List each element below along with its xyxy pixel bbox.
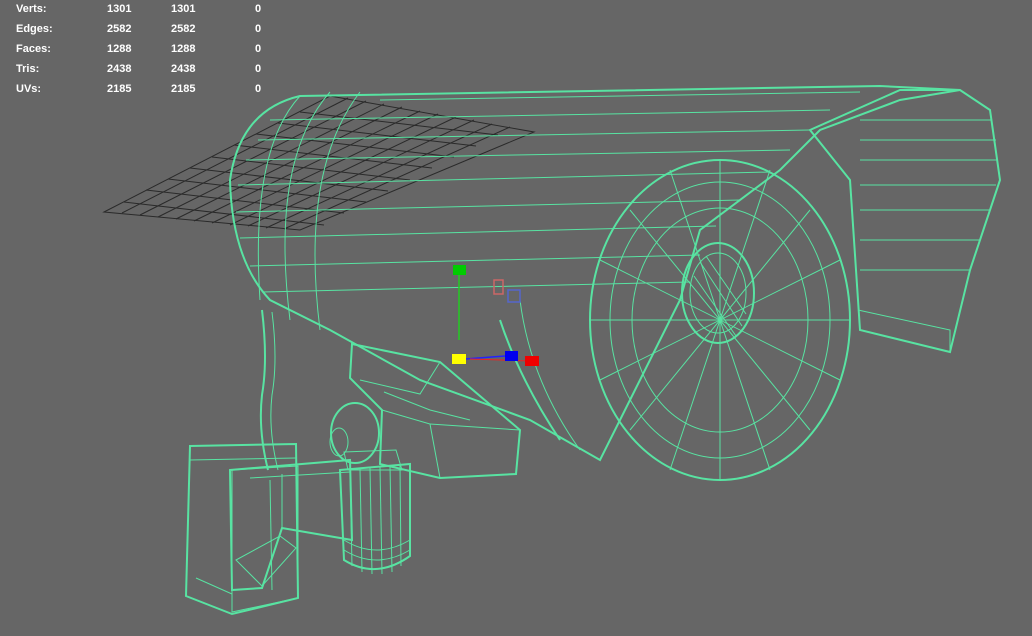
cable (259, 309, 279, 471)
3d-viewport[interactable]: Verts: 1301 1301 0 Edges: 2582 2582 0 Fa… (0, 0, 1032, 636)
poly-count-hud: Verts: 1301 1301 0 Edges: 2582 2582 0 Fa… (16, 2, 276, 102)
hud-label: Edges: (16, 23, 53, 35)
hud-row-faces: Faces: 1288 1288 0 (16, 42, 276, 62)
hud-label: Faces: (16, 43, 51, 55)
hud-value: 0 (255, 63, 262, 75)
hud-value: 2438 (107, 63, 132, 75)
hud-value: 1301 (171, 3, 196, 15)
hud-value: 0 (255, 83, 262, 95)
hud-value: 2185 (107, 83, 132, 95)
hud-row-verts: Verts: 1301 1301 0 (16, 2, 276, 22)
lens-assembly (589, 159, 851, 481)
hud-value: 2185 (171, 83, 196, 95)
hud-value: 2582 (107, 23, 132, 35)
sun-shield-hood (808, 89, 1002, 354)
hud-label: Tris: (16, 63, 40, 75)
hud-value: 2438 (171, 63, 196, 75)
hud-value: 1301 (107, 3, 132, 15)
hud-value: 2582 (171, 23, 196, 35)
mount-block (348, 342, 522, 480)
mount-arm (228, 458, 354, 592)
hud-row-tris: Tris: 2438 2438 0 (16, 62, 276, 82)
move-manipulator-icon[interactable] (452, 265, 539, 366)
hud-value: 0 (255, 3, 262, 15)
hud-value: 1288 (171, 43, 196, 55)
hud-row-uvs: UVs: 2185 2185 0 (16, 82, 276, 102)
hud-label: Verts: (16, 3, 47, 15)
hud-value: 0 (255, 43, 262, 55)
hud-value: 1288 (107, 43, 132, 55)
hud-row-edges: Edges: 2582 2582 0 (16, 22, 276, 42)
hud-label: UVs: (16, 83, 42, 95)
hud-value: 0 (255, 23, 262, 35)
